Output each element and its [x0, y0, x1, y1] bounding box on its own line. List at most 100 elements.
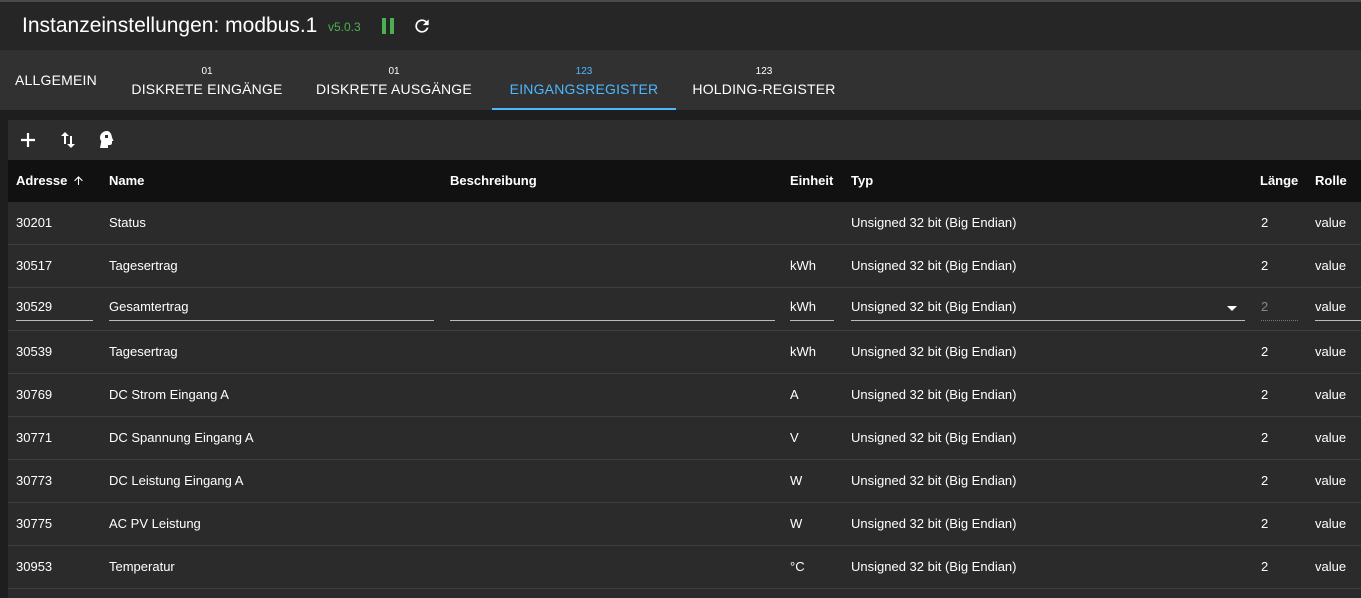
tab-count: 01: [201, 66, 213, 77]
header: Instanzeinstellungen: modbus.1 v5.0.3: [0, 2, 1361, 50]
column-header-laenge[interactable]: Länge: [1260, 173, 1298, 188]
cell-adresse: 30539: [16, 344, 53, 359]
cell-adresse: 30771: [16, 430, 53, 445]
name-input[interactable]: Gesamtertrag: [109, 299, 434, 321]
table-row[interactable]: 30201 Status Unsigned 32 bit (Big Endian…: [8, 202, 1361, 245]
cell-name: AC PV Leistung: [109, 516, 201, 531]
cell-laenge: 2: [1261, 473, 1269, 488]
cell-name: DC Leistung Eingang A: [109, 473, 244, 488]
table-row[interactable]: 30769 DC Strom Eingang A A Unsigned 32 b…: [8, 374, 1361, 417]
tab-bar: ALLGEMEIN 01 DISKRETE EINGÄNGE 01 DISKRE…: [0, 50, 1361, 110]
cell-rolle: value: [1315, 430, 1347, 445]
tab-diskrete-eingaenge[interactable]: 01 DISKRETE EINGÄNGE: [114, 50, 300, 110]
cell-rolle: value: [1315, 559, 1347, 574]
tab-allgemein[interactable]: ALLGEMEIN: [0, 50, 112, 110]
cell-rolle: value: [1315, 344, 1347, 359]
cell-einheit: kWh: [790, 258, 816, 273]
tab-holding-register[interactable]: 123 HOLDING-REGISTER: [676, 50, 852, 110]
tab-count: 01: [388, 66, 400, 77]
register-panel: Adresse Name Beschreibung Einheit Typ Lä…: [8, 120, 1361, 598]
table-row[interactable]: 30775 AC PV Leistung W Unsigned 32 bit (…: [8, 503, 1361, 546]
cell-laenge: 2: [1261, 344, 1269, 359]
tab-label: HOLDING-REGISTER: [692, 81, 836, 97]
cell-typ: Unsigned 32 bit (Big Endian): [851, 258, 1017, 273]
cell-name: Temperatur: [109, 559, 175, 574]
table-body: 30201 Status Unsigned 32 bit (Big Endian…: [8, 202, 1361, 589]
cell-adresse: 30201: [16, 215, 53, 230]
cell-einheit: A: [790, 387, 799, 402]
cell-rolle: value: [1315, 473, 1347, 488]
cell-typ: Unsigned 32 bit (Big Endian): [851, 516, 1017, 531]
tab-label: EINGANGSREGISTER: [509, 81, 659, 97]
column-header-rolle[interactable]: Rolle: [1315, 173, 1347, 188]
cell-einheit: W: [790, 473, 803, 488]
refresh-icon[interactable]: [412, 16, 432, 36]
cell-einheit: V: [790, 430, 799, 445]
cell-name: Status: [109, 215, 146, 230]
cell-typ: Unsigned 32 bit (Big Endian): [851, 344, 1017, 359]
plus-icon[interactable]: [16, 128, 40, 152]
rolle-input[interactable]: value: [1315, 299, 1361, 321]
cell-laenge: 2: [1261, 430, 1269, 445]
cell-adresse: 30773: [16, 473, 53, 488]
page-title: Instanzeinstellungen: modbus.1: [22, 14, 318, 37]
column-header-adresse[interactable]: Adresse: [16, 173, 85, 188]
cell-einheit: W: [790, 516, 803, 531]
table-header: Adresse Name Beschreibung Einheit Typ Lä…: [8, 160, 1361, 202]
column-header-einheit[interactable]: Einheit: [790, 173, 833, 188]
version-badge: v5.0.3: [328, 20, 361, 34]
cell-adresse: 30953: [16, 559, 53, 574]
column-header-typ[interactable]: Typ: [851, 173, 873, 188]
table-row[interactable]: 30539 Tagesertrag kWh Unsigned 32 bit (B…: [8, 331, 1361, 374]
cell-laenge: 2: [1261, 215, 1269, 230]
cell-laenge: 2: [1261, 516, 1269, 531]
caret-down-icon[interactable]: [1227, 306, 1237, 311]
cell-laenge: 2: [1261, 258, 1269, 273]
cell-name: DC Spannung Eingang A: [109, 430, 254, 445]
cell-name: Tagesertrag: [109, 344, 178, 359]
tab-count: 123: [755, 66, 773, 77]
table-row[interactable]: 30771 DC Spannung Eingang A V Unsigned 3…: [8, 417, 1361, 460]
pause-icon[interactable]: [381, 18, 395, 34]
table-row[interactable]: 30953 Temperatur °C Unsigned 32 bit (Big…: [8, 546, 1361, 589]
cell-einheit: °C: [790, 559, 805, 574]
cell-rolle: value: [1315, 215, 1347, 230]
beschreibung-input[interactable]: [450, 299, 775, 321]
column-header-beschreibung[interactable]: Beschreibung: [450, 173, 537, 188]
column-header-name[interactable]: Name: [109, 173, 144, 188]
cell-laenge: 2: [1261, 387, 1269, 402]
tab-diskrete-ausgaenge[interactable]: 01 DISKRETE AUSGÄNGE: [300, 50, 488, 110]
cell-name: Tagesertrag: [109, 258, 178, 273]
tab-label: ALLGEMEIN: [15, 72, 97, 88]
cell-rolle: value: [1315, 258, 1347, 273]
arrow-up-icon: [74, 176, 84, 185]
cell-adresse: 30769: [16, 387, 53, 402]
import-icon[interactable]: [94, 128, 118, 152]
tab-count: 123: [575, 66, 593, 77]
cell-typ: Unsigned 32 bit (Big Endian): [851, 473, 1017, 488]
cell-name: DC Strom Eingang A: [109, 387, 229, 402]
cell-typ: Unsigned 32 bit (Big Endian): [851, 215, 1017, 230]
cell-einheit: kWh: [790, 344, 816, 359]
cell-rolle: value: [1315, 387, 1347, 402]
laenge-input[interactable]: 2: [1261, 299, 1298, 321]
table-row[interactable]: 30773 DC Leistung Eingang A W Unsigned 3…: [8, 460, 1361, 503]
typ-select[interactable]: Unsigned 32 bit (Big Endian): [851, 299, 1245, 321]
cell-adresse: 30775: [16, 516, 53, 531]
cell-laenge: 2: [1261, 559, 1269, 574]
typ-select-value: Unsigned 32 bit (Big Endian): [851, 299, 1017, 314]
tab-label: DISKRETE AUSGÄNGE: [316, 81, 472, 97]
table-row[interactable]: 30517 Tagesertrag kWh Unsigned 32 bit (B…: [8, 245, 1361, 288]
cell-typ: Unsigned 32 bit (Big Endian): [851, 430, 1017, 445]
cell-typ: Unsigned 32 bit (Big Endian): [851, 559, 1017, 574]
cell-rolle: value: [1315, 516, 1347, 531]
cell-adresse: 30517: [16, 258, 53, 273]
einheit-input[interactable]: kWh: [790, 299, 834, 321]
table-row-editing[interactable]: 30529 Gesamtertrag kWh Unsigned 32 bit (…: [8, 288, 1361, 331]
tab-label: DISKRETE EINGÄNGE: [131, 81, 283, 97]
adresse-input[interactable]: 30529: [16, 299, 93, 321]
table-toolbar: [8, 120, 1361, 160]
sort-icon[interactable]: [56, 128, 80, 152]
tab-eingangsregister[interactable]: 123 EINGANGSREGISTER: [492, 50, 676, 110]
cell-typ: Unsigned 32 bit (Big Endian): [851, 387, 1017, 402]
